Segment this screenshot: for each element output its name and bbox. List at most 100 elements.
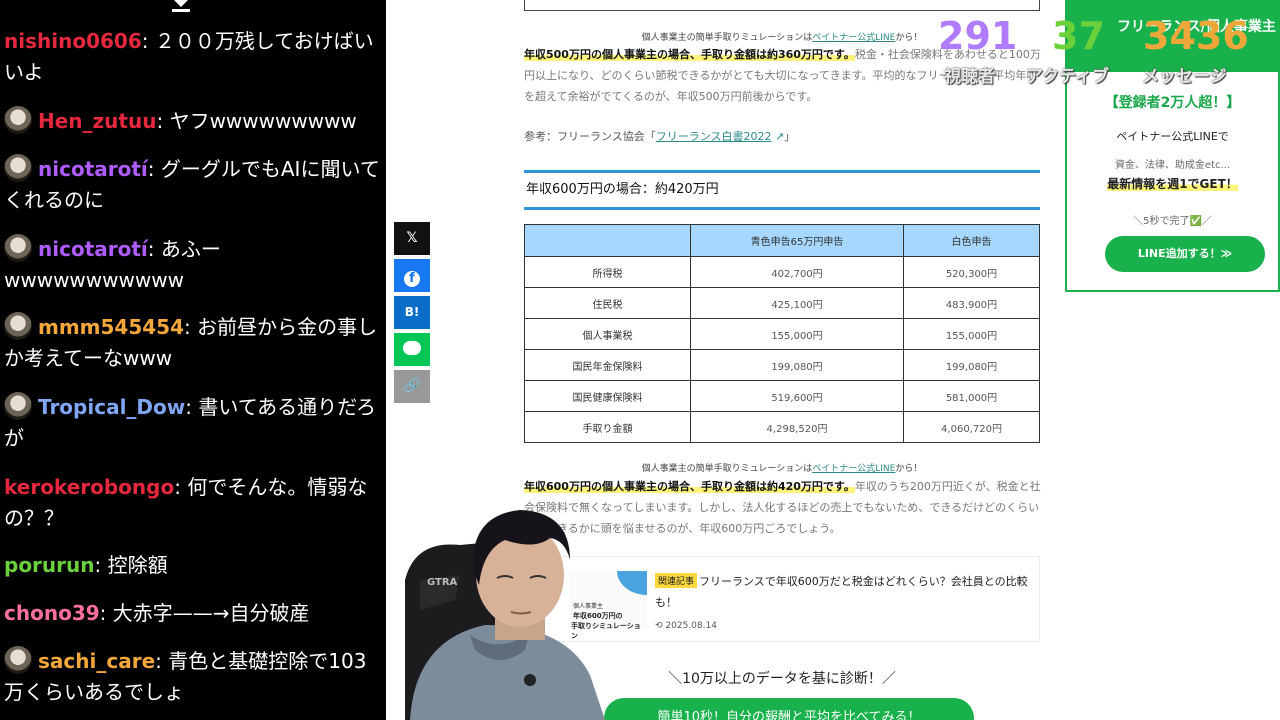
chat-username[interactable]: nishino0606 (4, 29, 142, 53)
table-cell: 402,700円 (690, 256, 904, 288)
chat-message: Hen_zutuu: ヤフwwwwwwwww (4, 106, 380, 137)
chat-username[interactable]: sachi_care (38, 649, 155, 673)
chat-separator: : (94, 553, 108, 577)
facebook-share-button[interactable]: f (394, 259, 430, 292)
facebook-icon: f (404, 271, 420, 287)
table-cell: 581,000円 (903, 380, 1040, 412)
line-add-button[interactable]: LINE追加する！≫ (1105, 236, 1265, 272)
freelance-whitepaper-link[interactable]: フリーランス白書2022 (656, 130, 772, 143)
chat-message: sachi_care: 青色と基礎控除で103万くらいあるでしょ (4, 646, 380, 708)
line-icon (403, 341, 421, 355)
x-icon: 𝕏 (406, 230, 418, 246)
compare-cta-button[interactable]: 簡単10秒！自分の報酬と平均を比べてみる！ (604, 698, 974, 720)
x-share-button[interactable]: 𝕏 (394, 222, 430, 255)
hatena-icon: B! (404, 305, 420, 319)
note-text: 個人事業主の簡単手取りミュレーションは (641, 33, 813, 43)
user-avatar[interactable] (4, 154, 32, 182)
chat-message: chono39: 大赤字——→自分破産 (4, 598, 380, 629)
active-label: アクティブ (1026, 67, 1110, 87)
table-cell: 155,000円 (690, 318, 904, 350)
user-avatar[interactable] (4, 312, 32, 340)
table-row: 手取り金額 4,298,520円 4,060,720円 (524, 411, 1040, 443)
table-cell: 483,900円 (903, 287, 1040, 319)
table-cell: 4,060,720円 (903, 411, 1040, 443)
update-icon: ⟲ (655, 621, 666, 631)
related-title[interactable]: フリーランスで年収600万だと税金はどれくらい？会社員との比較も！ (655, 571, 1035, 613)
user-avatar[interactable] (4, 392, 32, 420)
chat-panel: nishino0606: ２００万残しておけばいいよ Hen_zutuu: ヤフw… (0, 0, 386, 720)
simulation-note-2: 個人事業主の簡単手取りミュレーションはペイトナー公式LINEから！ (524, 461, 1040, 474)
viewers-count: 291 (938, 14, 1018, 58)
messages-label: メッセージ (1142, 67, 1227, 87)
chat-username[interactable]: porurun (4, 553, 95, 577)
chat-separator: : (185, 395, 199, 419)
chat-separator: : (155, 649, 169, 673)
chat-separator: : (174, 475, 188, 499)
chat-message: nicotarotí: グーグルでもAIに聞いてくれるのに (4, 154, 380, 216)
note-suffix: から！ (895, 464, 923, 474)
chat-text: 控除額 (107, 553, 168, 577)
table-cell: 199,080円 (903, 349, 1040, 381)
note-suffix: から！ (895, 33, 923, 43)
table-header: 青色申告65万円申告 (690, 224, 904, 257)
tax-table: 青色申告65万円申告 白色申告 所得税 402,700円 520,300円 住民税 42… (524, 224, 1040, 443)
chat-separator: : (147, 237, 161, 261)
external-link-icon: ↗ (771, 130, 785, 143)
row-label: 所得税 (524, 256, 691, 288)
chat-username[interactable]: Tropical_Dow (38, 395, 185, 419)
chat-separator: : (147, 157, 161, 181)
paytner-line-link-2[interactable]: ペイトナー公式LINE (812, 464, 895, 474)
chat-username[interactable]: nicotarotí (38, 237, 148, 261)
copy-link-button[interactable]: 🔗 (394, 370, 430, 403)
reference-text: 参考：フリーランス協会「 (524, 130, 656, 143)
chat-username[interactable]: kerokerobongo (4, 475, 174, 499)
section-heading: 年収600万円の場合：約420万円 (524, 170, 1040, 210)
chat-username[interactable]: Hen_zutuu (38, 109, 156, 133)
table-row: 所得税 402,700円 520,300円 (524, 256, 1040, 288)
table-row: 住民税 425,100円 483,900円 (524, 287, 1040, 319)
viewers-label: 視聴者 (944, 67, 995, 87)
row-label: 国民年金保険料 (524, 349, 691, 381)
note-text: 個人事業主の簡単手取りミュレーションは (641, 464, 813, 474)
user-avatar[interactable] (4, 646, 32, 674)
related-date: ⟲ 2025.08.14 (655, 621, 717, 631)
user-avatar[interactable] (4, 234, 32, 262)
streamer-webcam: GTRA (405, 510, 605, 720)
reference-suffix: 」 (784, 130, 796, 143)
promo-line-4: ＼5秒で完了✅／ (1133, 216, 1212, 227)
table-cell: 155,000円 (903, 318, 1040, 350)
table-cell: 199,080円 (690, 349, 904, 381)
table-header-row: 青色申告65万円申告 白色申告 (524, 224, 1040, 257)
related-date-text: 2025.08.14 (665, 621, 717, 631)
hatena-share-button[interactable]: B! (394, 296, 430, 329)
chat-text: 大赤字——→自分破産 (112, 601, 310, 625)
chat-collapse-icon[interactable] (170, 0, 192, 16)
chat-username[interactable]: mmm545454 (38, 315, 184, 339)
paytner-line-link[interactable]: ペイトナー公式LINE (812, 33, 895, 43)
share-bar: 𝕏 f B! 🔗 (394, 222, 430, 407)
svg-text:GTRA: GTRA (427, 577, 458, 588)
paragraph-highlight: 年収500万円の個人事業主の場合、手取り金額は約360万円です。 (524, 48, 855, 61)
related-tag: 関連記事 (655, 573, 698, 588)
chat-separator: : (156, 109, 170, 133)
paragraph-highlight: 年収600万円の個人事業主の場合、手取り金額は約420万円です。 (524, 480, 855, 493)
chat-message: Tropical_Dow: 書いてある通りだろが (4, 392, 380, 454)
chat-separator: : (184, 315, 198, 339)
chat-message: porurun: 控除額 (4, 550, 380, 581)
chat-username[interactable]: chono39 (4, 601, 100, 625)
table-row: 個人事業税 155,000円 155,000円 (524, 318, 1040, 350)
screen: nishino0606: ２００万残しておけばいいよ Hen_zutuu: ヤフw… (0, 0, 1280, 720)
chat-username[interactable]: nicotarotí (38, 157, 148, 181)
table-cell: 520,300円 (903, 256, 1040, 288)
line-share-button[interactable] (394, 333, 430, 366)
table-cell: 519,600円 (690, 380, 904, 412)
table-header (524, 224, 691, 257)
promo-line-1: ペイトナー公式LINEで (1116, 130, 1229, 143)
messages-count: 3436 (1143, 14, 1249, 58)
table-cell: 425,100円 (690, 287, 904, 319)
previous-table-bottom (524, 0, 1040, 11)
table-header: 白色申告 (903, 224, 1040, 257)
table-row: 国民健康保険料 519,600円 581,000円 (524, 380, 1040, 412)
user-avatar[interactable] (4, 106, 32, 134)
table-row: 国民年金保険料 199,080円 199,080円 (524, 349, 1040, 381)
